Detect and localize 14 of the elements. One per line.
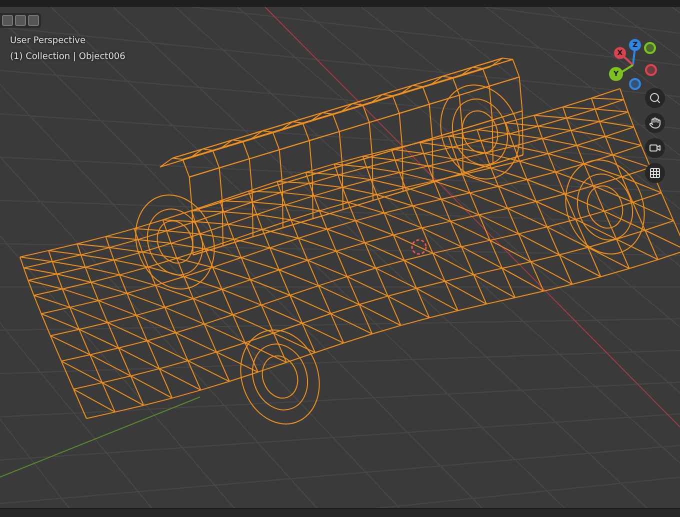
negative-axis-handle[interactable] — [629, 78, 641, 90]
view-label: User Perspective — [10, 36, 86, 47]
object-label: (1) Collection | Object006 — [10, 52, 126, 63]
zoom-button[interactable] — [645, 88, 665, 108]
negative-axis-handle[interactable] — [645, 64, 657, 76]
search-icon — [649, 92, 661, 104]
grid-button[interactable] — [645, 163, 665, 183]
hand-icon — [649, 117, 661, 129]
pan-button[interactable] — [645, 113, 665, 133]
camera-icon — [649, 142, 661, 154]
3d-cursor-icon — [411, 239, 427, 255]
camera-button[interactable] — [645, 138, 665, 158]
negative-axis-handle[interactable] — [644, 42, 656, 54]
grid-icon — [649, 167, 661, 179]
